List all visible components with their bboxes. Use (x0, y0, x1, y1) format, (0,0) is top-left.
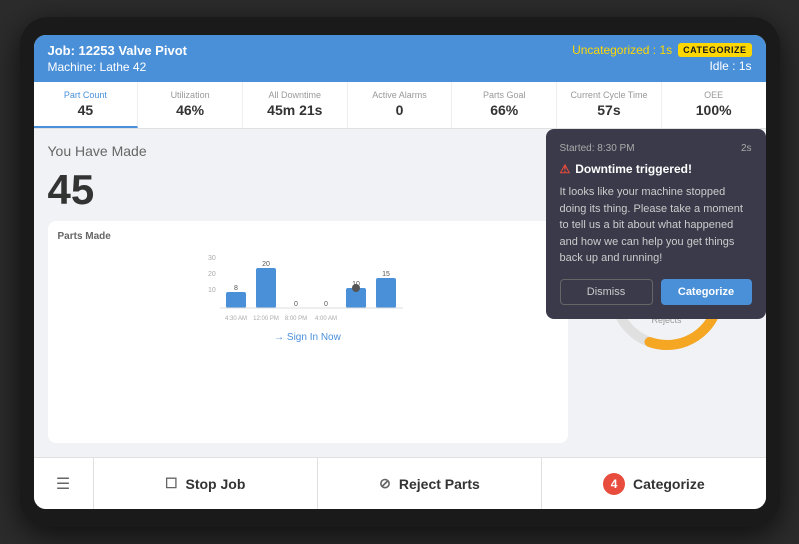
popup-body: It looks like your machine stopped doing… (560, 184, 752, 267)
stop-job-icon: ☐ (165, 475, 178, 492)
svg-text:20: 20 (208, 271, 216, 278)
chart-area: Parts Made ? 30 20 10 8 (48, 221, 568, 443)
toolbar-menu-button[interactable]: ☰ (34, 458, 94, 509)
svg-text:15: 15 (382, 271, 390, 278)
popup-started: Started: 8:30 PM (560, 143, 635, 154)
stat-oee-label: OEE (668, 90, 760, 100)
stat-cycle-time-value: 57s (563, 102, 655, 118)
stat-utilization[interactable]: Utilization 46% (138, 82, 243, 128)
svg-text:30: 30 (208, 255, 216, 262)
chart-title: Parts Made (58, 231, 111, 242)
stat-utilization-value: 46% (144, 102, 236, 118)
header-machine: Machine: Lathe 42 (48, 60, 187, 74)
sign-in-link[interactable]: → Sign In Now (58, 332, 558, 343)
stat-downtime-label: All Downtime (249, 90, 341, 100)
stat-utilization-label: Utilization (144, 90, 236, 100)
warning-icon: ⚠ (560, 162, 571, 176)
svg-text:4:30 AM: 4:30 AM (224, 316, 246, 322)
hamburger-icon: ☰ (56, 474, 70, 494)
stat-oee-value: 100% (668, 102, 760, 118)
reject-parts-label: Reject Parts (399, 476, 480, 492)
chart-svg-container: 30 20 10 8 20 0 (58, 248, 558, 328)
stop-job-button[interactable]: ☐ Stop Job (94, 458, 318, 509)
categorize-badge[interactable]: CATEGORIZE (678, 43, 751, 57)
stat-alarms-value: 0 (354, 102, 446, 118)
left-panel: You Have Made 45 Parts Made ? 30 20 10 (48, 143, 568, 443)
tablet-screen: Job: 12253 Valve Pivot Machine: Lathe 42… (34, 35, 766, 509)
main-content: You Have Made 45 Parts Made ? 30 20 10 (34, 129, 766, 457)
popup-actions: Dismiss Categorize (560, 279, 752, 305)
stat-downtime[interactable]: All Downtime 45m 21s (243, 82, 348, 128)
chart-title-row: Parts Made ? (58, 231, 558, 242)
popup-title: ⚠ Downtime triggered! (560, 162, 752, 176)
categorize-button[interactable]: 4 Categorize (542, 458, 765, 509)
bottom-toolbar: ☰ ☐ Stop Job ⊘ Reject Parts 4 Categorize (34, 457, 766, 509)
header-job: Job: 12253 Valve Pivot (48, 43, 187, 58)
header-right: Uncategorized : 1s CATEGORIZE Idle : 1s (572, 43, 751, 73)
categorize-label: Categorize (633, 476, 705, 492)
you-have-made-label: You Have Made (48, 143, 568, 159)
svg-text:20: 20 (262, 261, 270, 268)
stat-downtime-value: 45m 21s (249, 102, 341, 118)
popup-header-row: Started: 8:30 PM 2s (560, 143, 752, 154)
chart-svg: 30 20 10 8 20 0 (58, 248, 558, 328)
popup-title-text: Downtime triggered! (575, 162, 692, 176)
header: Job: 12253 Valve Pivot Machine: Lathe 42… (34, 35, 766, 82)
stat-parts-goal-label: Parts Goal (458, 90, 550, 100)
categorize-popup-button[interactable]: Categorize (661, 279, 752, 305)
reject-parts-button[interactable]: ⊘ Reject Parts (318, 458, 542, 509)
svg-text:0: 0 (324, 301, 328, 308)
stats-bar: Part Count 45 Utilization 46% All Downti… (34, 82, 766, 129)
stat-alarms[interactable]: Active Alarms 0 (348, 82, 453, 128)
stop-job-label: Stop Job (186, 476, 246, 492)
svg-text:8:00 PM: 8:00 PM (284, 316, 306, 322)
svg-text:10: 10 (208, 287, 216, 294)
popup-time-badge: 2s (741, 143, 752, 154)
tablet-outer: Job: 12253 Valve Pivot Machine: Lathe 42… (20, 17, 780, 527)
stat-part-count[interactable]: Part Count 45 (34, 82, 139, 128)
reject-parts-icon: ⊘ (379, 475, 391, 492)
stat-cycle-time[interactable]: Current Cycle Time 57s (557, 82, 662, 128)
downtime-popup: Started: 8:30 PM 2s ⚠ Downtime triggered… (546, 129, 766, 319)
stat-parts-goal-value: 66% (458, 102, 550, 118)
header-uncategorized: Uncategorized : 1s CATEGORIZE (572, 43, 751, 57)
stat-cycle-time-label: Current Cycle Time (563, 90, 655, 100)
svg-text:8: 8 (234, 285, 238, 292)
svg-text:4:00 AM: 4:00 AM (314, 316, 336, 322)
svg-text:0: 0 (294, 301, 298, 308)
uncategorized-label: Uncategorized : 1s (572, 43, 672, 57)
stat-part-count-label: Part Count (40, 90, 132, 100)
categorize-count-badge: 4 (603, 473, 625, 495)
dismiss-button[interactable]: Dismiss (560, 279, 653, 305)
header-idle: Idle : 1s (572, 59, 751, 73)
stat-alarms-label: Active Alarms (354, 90, 446, 100)
stat-oee[interactable]: OEE 100% (662, 82, 766, 128)
stat-part-count-value: 45 (40, 102, 132, 118)
header-left: Job: 12253 Valve Pivot Machine: Lathe 42 (48, 43, 187, 74)
stat-parts-goal[interactable]: Parts Goal 66% (452, 82, 557, 128)
big-part-count: 45 (48, 169, 568, 211)
svg-text:12:00 PM: 12:00 PM (253, 316, 279, 322)
